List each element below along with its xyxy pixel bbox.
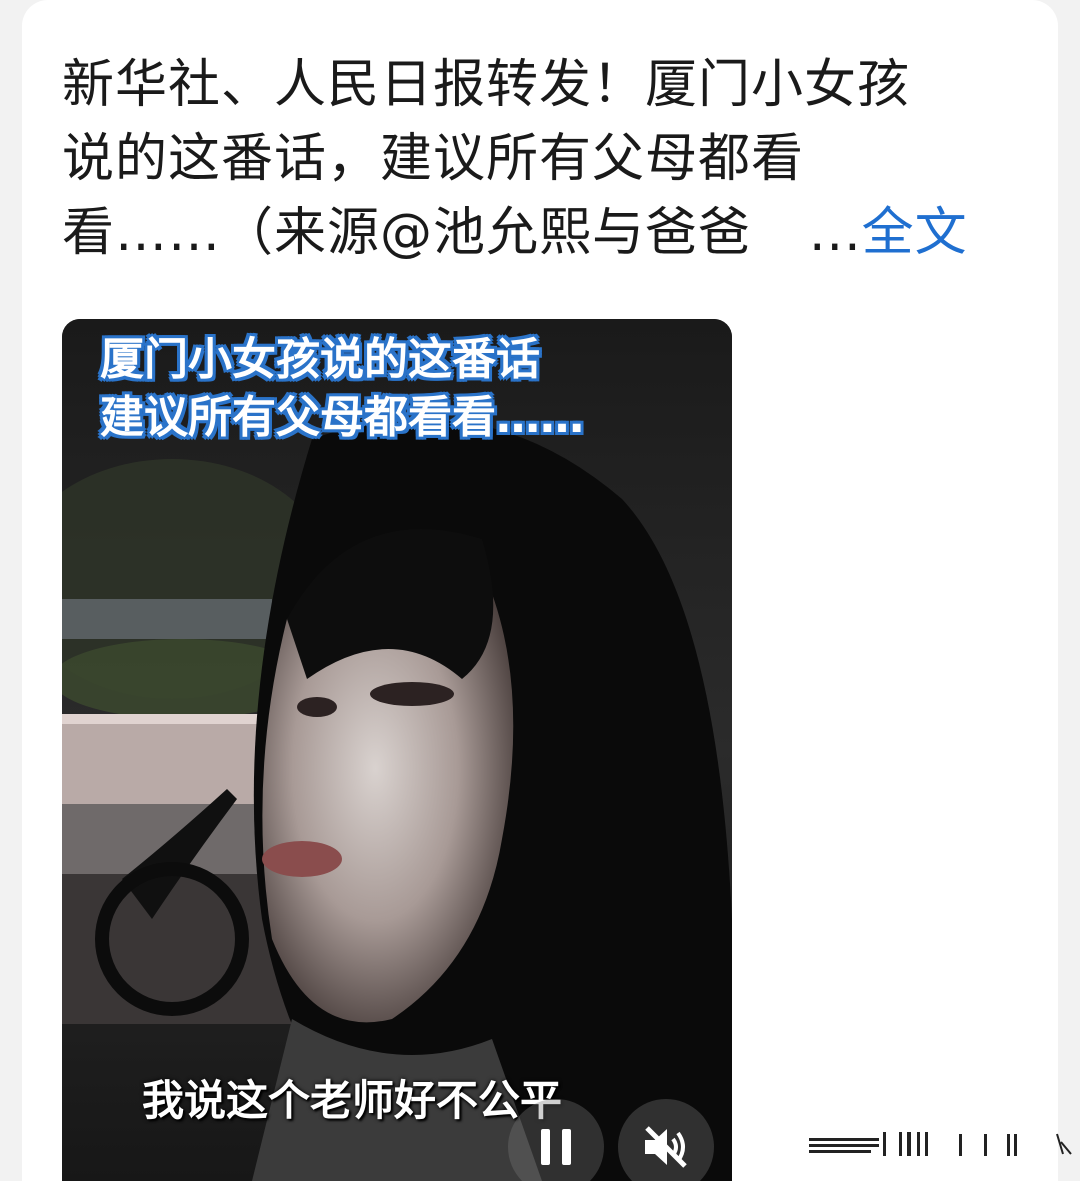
post-text[interactable]: 新华社、人民日报转发！厦门小女孩 说的这番话，建议所有父母都看 看……（来源@池…	[62, 48, 1022, 270]
post-text-line-3: 看……（来源@池允熙与爸爸 ...全文	[62, 196, 1022, 270]
redacted-text-scribble	[809, 1132, 1072, 1156]
post-text-line-1: 新华社、人民日报转发！厦门小女孩	[62, 55, 911, 115]
pause-icon	[541, 1129, 571, 1165]
video-title-line-2: 建议所有父母都看看……	[100, 392, 584, 443]
speaker-muted-icon	[645, 1126, 687, 1168]
expand-full-text-link[interactable]: 全文	[862, 203, 968, 263]
post-text-line-3-content: 看……（来源@池允熙与爸爸	[62, 203, 752, 263]
video-frame	[62, 319, 732, 1181]
video-title-line-1: 厦门小女孩说的这番话	[100, 334, 540, 385]
post-text-line-2: 说的这番话，建议所有父母都看	[62, 129, 805, 189]
post-card: 新华社、人民日报转发！厦门小女孩 说的这番话，建议所有父母都看 看……（来源@池…	[22, 0, 1072, 1181]
video-subtitle: 我说这个老师好不公平	[142, 1076, 563, 1125]
video-player[interactable]: 厦门小女孩说的这番话 建议所有父母都看看…… 我说这个老师好不公平	[62, 319, 732, 1181]
truncation-ellipsis: ...	[809, 203, 862, 263]
video-title-overlay: 厦门小女孩说的这番话 建议所有父母都看看……	[100, 331, 584, 447]
